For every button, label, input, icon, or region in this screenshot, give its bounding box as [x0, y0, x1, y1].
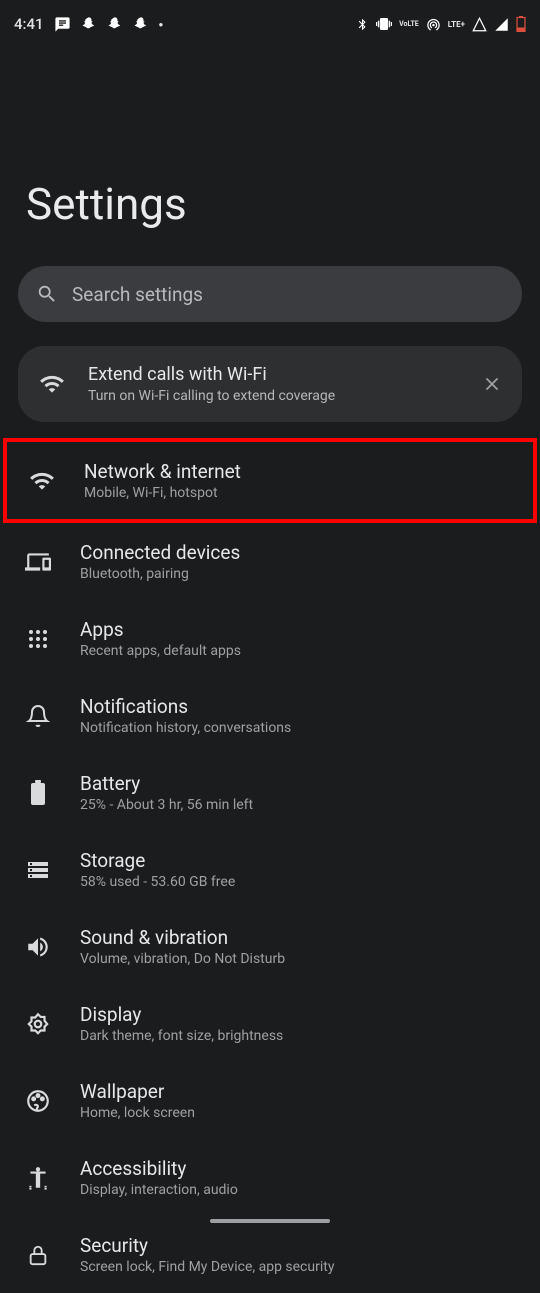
- dot-icon: ●: [159, 20, 164, 29]
- setting-title: Network & internet: [84, 460, 515, 483]
- signal-icon: [494, 17, 509, 32]
- setting-text: Connected devices Bluetooth, pairing: [80, 541, 522, 582]
- setting-item-connected-devices[interactable]: Connected devices Bluetooth, pairing: [0, 523, 540, 600]
- page-title: Settings: [0, 48, 540, 266]
- devices-icon: [22, 546, 54, 578]
- lte-plus-label: LTE+: [448, 20, 465, 29]
- settings-list: Connected devices Bluetooth, pairing App…: [0, 523, 540, 1293]
- setting-subtitle: Notification history, conversations: [80, 720, 522, 736]
- setting-item-battery[interactable]: Battery 25% - About 3 hr, 56 min left: [0, 754, 540, 831]
- setting-text: Accessibility Display, interaction, audi…: [80, 1157, 522, 1198]
- setting-subtitle: 58% used - 53.60 GB free: [80, 874, 522, 890]
- brightness-icon: [22, 1008, 54, 1040]
- setting-title: Security: [80, 1234, 522, 1257]
- setting-title: Battery: [80, 772, 522, 795]
- suggestion-subtitle: Turn on Wi-Fi calling to extend coverage: [88, 388, 460, 404]
- volte-icon: VoLTE: [399, 21, 419, 28]
- wifi-icon: [26, 465, 58, 497]
- snapchat-icon: [81, 16, 97, 32]
- setting-item-sound[interactable]: Sound & vibration Volume, vibration, Do …: [0, 908, 540, 985]
- setting-subtitle: Display, interaction, audio: [80, 1182, 522, 1198]
- setting-subtitle: Mobile, Wi-Fi, hotspot: [84, 485, 515, 501]
- setting-title: Connected devices: [80, 541, 522, 564]
- signal-icon: [472, 17, 487, 32]
- nav-indicator[interactable]: [210, 1219, 330, 1223]
- setting-subtitle: Home, lock screen: [80, 1105, 522, 1121]
- setting-item-storage[interactable]: Storage 58% used - 53.60 GB free: [0, 831, 540, 908]
- status-time: 4:41: [14, 15, 44, 33]
- snapchat-icon: [133, 16, 149, 32]
- setting-text: Apps Recent apps, default apps: [80, 618, 522, 659]
- palette-icon: [22, 1085, 54, 1117]
- storage-icon: [22, 854, 54, 886]
- snapchat-icon: [107, 16, 123, 32]
- battery-icon: [22, 777, 54, 809]
- hotspot-icon: [426, 17, 441, 32]
- accessibility-icon: [22, 1162, 54, 1194]
- volume-icon: [22, 931, 54, 963]
- message-icon: [54, 16, 71, 33]
- search-bar[interactable]: [18, 266, 522, 322]
- setting-subtitle: Volume, vibration, Do Not Disturb: [80, 951, 522, 967]
- setting-text: Display Dark theme, font size, brightnes…: [80, 1003, 522, 1044]
- setting-subtitle: Bluetooth, pairing: [80, 566, 522, 582]
- setting-item-accessibility[interactable]: Accessibility Display, interaction, audi…: [0, 1139, 540, 1216]
- vibrate-icon: [376, 16, 392, 32]
- status-left: 4:41 ●: [14, 15, 163, 33]
- setting-item-display[interactable]: Display Dark theme, font size, brightnes…: [0, 985, 540, 1062]
- search-input[interactable]: [72, 283, 504, 306]
- setting-text: Battery 25% - About 3 hr, 56 min left: [80, 772, 522, 813]
- wifi-icon: [36, 368, 68, 400]
- bluetooth-icon: [356, 18, 369, 31]
- setting-title: Accessibility: [80, 1157, 522, 1180]
- setting-subtitle: Dark theme, font size, brightness: [80, 1028, 522, 1044]
- search-icon: [36, 283, 58, 305]
- setting-item-notifications[interactable]: Notifications Notification history, conv…: [0, 677, 540, 754]
- setting-text: Storage 58% used - 53.60 GB free: [80, 849, 522, 890]
- suggestion-text: Extend calls with Wi-Fi Turn on Wi-Fi ca…: [88, 364, 460, 404]
- setting-text: Network & internet Mobile, Wi-Fi, hotspo…: [84, 460, 515, 501]
- setting-title: Notifications: [80, 695, 522, 718]
- setting-text: Security Screen lock, Find My Device, ap…: [80, 1234, 522, 1275]
- suggestion-title: Extend calls with Wi-Fi: [88, 364, 460, 385]
- setting-title: Sound & vibration: [80, 926, 522, 949]
- battery-icon: [516, 16, 526, 32]
- setting-title: Display: [80, 1003, 522, 1026]
- setting-item-apps[interactable]: Apps Recent apps, default apps: [0, 600, 540, 677]
- setting-text: Wallpaper Home, lock screen: [80, 1080, 522, 1121]
- status-bar: 4:41 ● VoLTE LTE+: [0, 0, 540, 48]
- status-right: VoLTE LTE+: [356, 16, 526, 32]
- close-button[interactable]: [480, 372, 504, 396]
- setting-title: Storage: [80, 849, 522, 872]
- suggestion-card[interactable]: Extend calls with Wi-Fi Turn on Wi-Fi ca…: [18, 346, 522, 422]
- highlighted-item: Network & internet Mobile, Wi-Fi, hotspo…: [3, 438, 537, 523]
- setting-item-wallpaper[interactable]: Wallpaper Home, lock screen: [0, 1062, 540, 1139]
- setting-subtitle: Screen lock, Find My Device, app securit…: [80, 1259, 522, 1275]
- setting-title: Apps: [80, 618, 522, 641]
- setting-item-security[interactable]: Security Screen lock, Find My Device, ap…: [0, 1216, 540, 1293]
- setting-text: Notifications Notification history, conv…: [80, 695, 522, 736]
- setting-subtitle: Recent apps, default apps: [80, 643, 522, 659]
- setting-subtitle: 25% - About 3 hr, 56 min left: [80, 797, 522, 813]
- bell-icon: [22, 700, 54, 732]
- apps-icon: [22, 623, 54, 655]
- setting-title: Wallpaper: [80, 1080, 522, 1103]
- setting-text: Sound & vibration Volume, vibration, Do …: [80, 926, 522, 967]
- setting-item-network[interactable]: Network & internet Mobile, Wi-Fi, hotspo…: [7, 442, 533, 519]
- lock-icon: [22, 1239, 54, 1271]
